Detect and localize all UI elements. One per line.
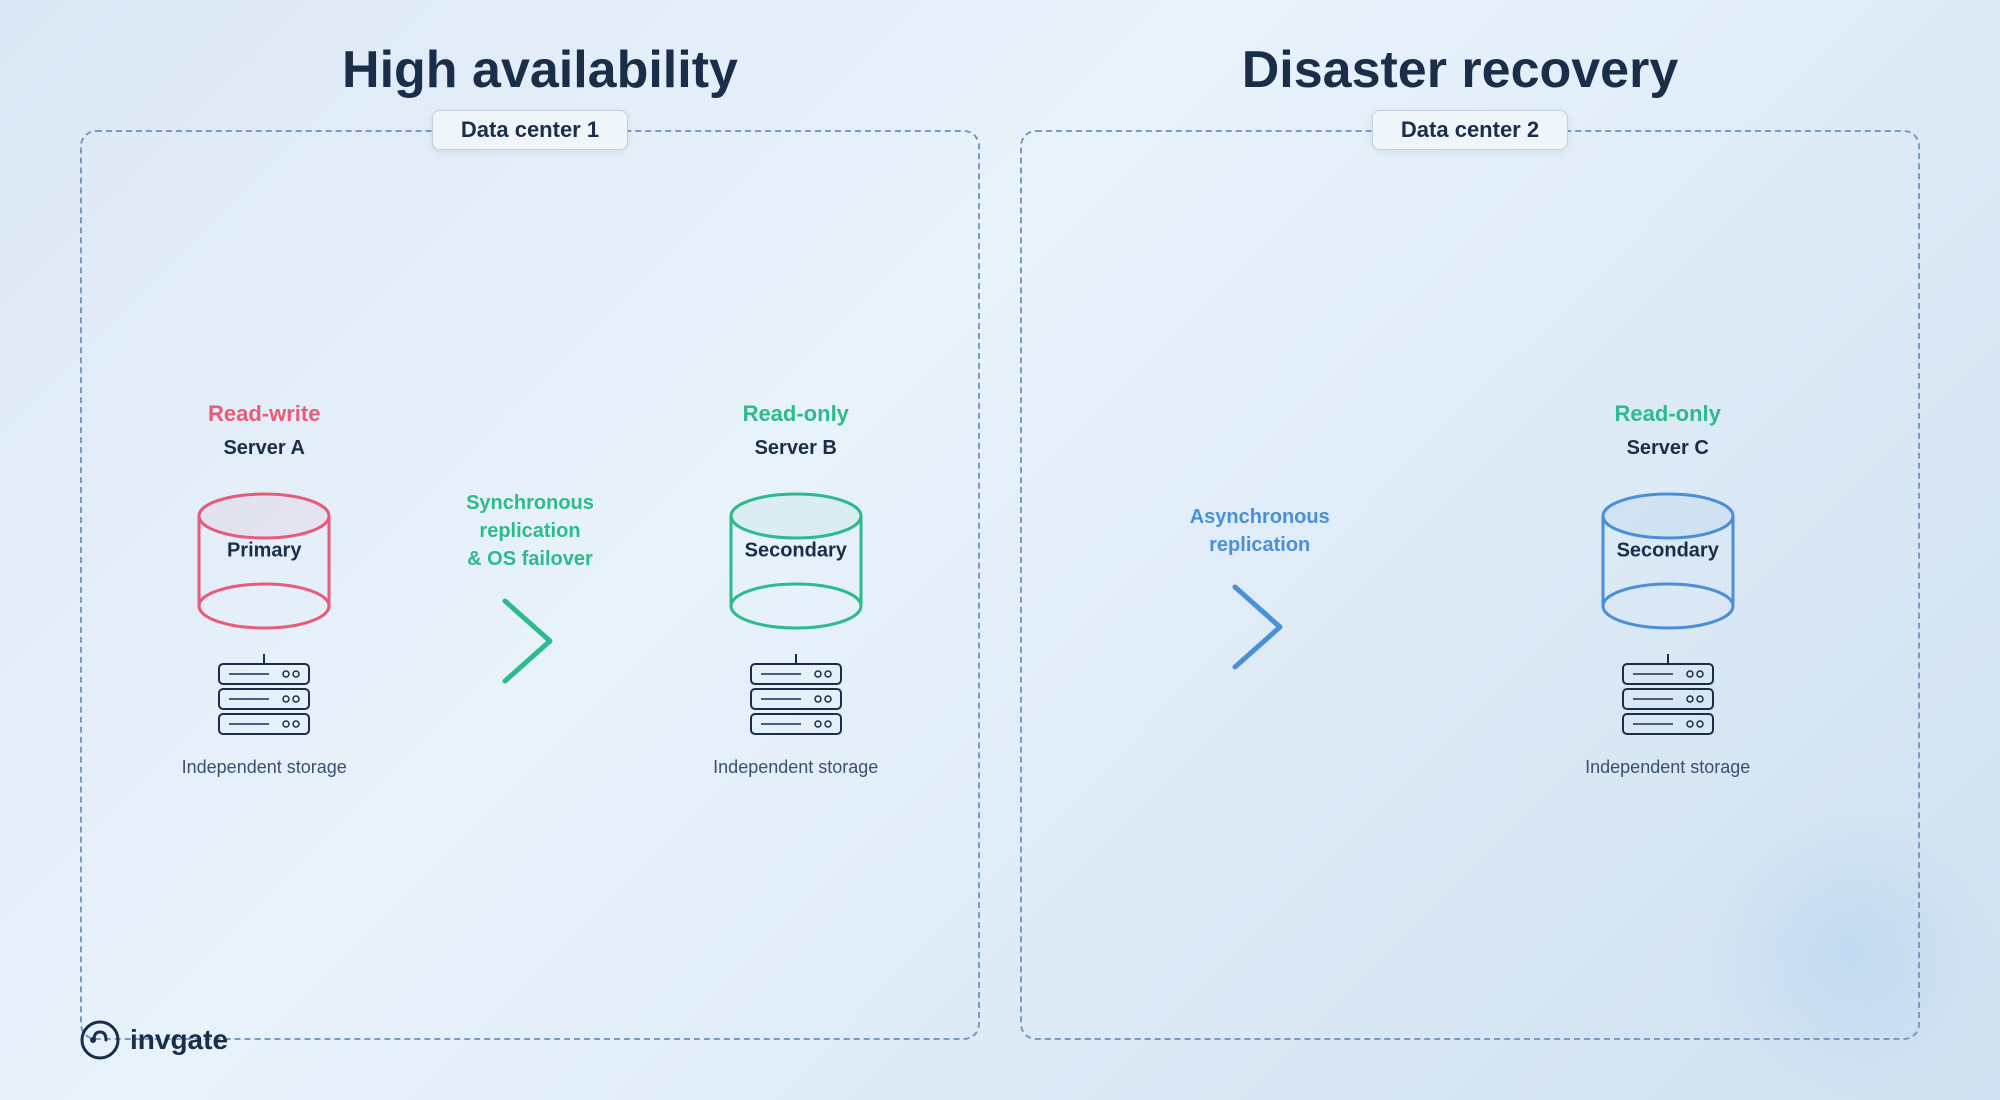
server-b-db: Secondary xyxy=(716,476,876,646)
server-b-db-label: Secondary xyxy=(745,539,847,562)
server-b-role: Read-only xyxy=(743,401,849,427)
server-b-storage-label: Independent storage xyxy=(713,756,878,779)
server-c-storage: Independent storage xyxy=(1585,654,1750,779)
server-a-role: Read-write xyxy=(208,401,320,427)
ha-replication-label: Synchronous replication & OS failover xyxy=(466,489,594,573)
server-c-block: Read-only Server C Secondary xyxy=(1585,401,1750,779)
server-a-db-label: Primary xyxy=(227,539,302,562)
server-b-name: Server B xyxy=(755,437,837,460)
server-a-name: Server A xyxy=(223,437,305,460)
server-b-block: Read-only Server B Secondary xyxy=(713,401,878,779)
title-dr: Disaster recovery xyxy=(1000,40,1920,100)
server-a-db: Primary xyxy=(184,476,344,646)
content-row: Data center 1 Read-write Server A xyxy=(80,130,1920,1040)
headers-row: High availability Disaster recovery xyxy=(80,40,1920,100)
server-c-db: Secondary xyxy=(1588,476,1748,646)
ha-replication-block: Synchronous replication & OS failover xyxy=(466,489,594,691)
datacenter1-label: Data center 1 xyxy=(432,110,628,150)
dr-replication-label: Asynchronous replication xyxy=(1190,503,1330,559)
server-a-storage-label: Independent storage xyxy=(182,756,347,779)
server-a-storage: Independent storage xyxy=(182,654,347,779)
logo: invgate xyxy=(80,1020,228,1060)
server-c-name: Server C xyxy=(1627,437,1709,460)
title-ha: High availability xyxy=(80,40,1000,100)
datacenter2-label: Data center 2 xyxy=(1372,110,1568,150)
logo-text: invgate xyxy=(130,1024,228,1056)
server-c-db-label: Secondary xyxy=(1617,539,1719,562)
server-b-storage: Independent storage xyxy=(713,654,878,779)
datacenter1-box: Data center 1 Read-write Server A xyxy=(80,130,980,1040)
server-a-block: Read-write Server A Primary xyxy=(182,401,347,779)
datacenter2-box: Data center 2 Asynchronous replication R… xyxy=(1020,130,1920,1040)
dr-replication-block: Asynchronous replication xyxy=(1190,503,1330,677)
logo-icon xyxy=(80,1020,120,1060)
main-container: High availability Disaster recovery Data… xyxy=(0,0,2000,1100)
server-c-role: Read-only xyxy=(1615,401,1721,427)
server-c-storage-label: Independent storage xyxy=(1585,756,1750,779)
